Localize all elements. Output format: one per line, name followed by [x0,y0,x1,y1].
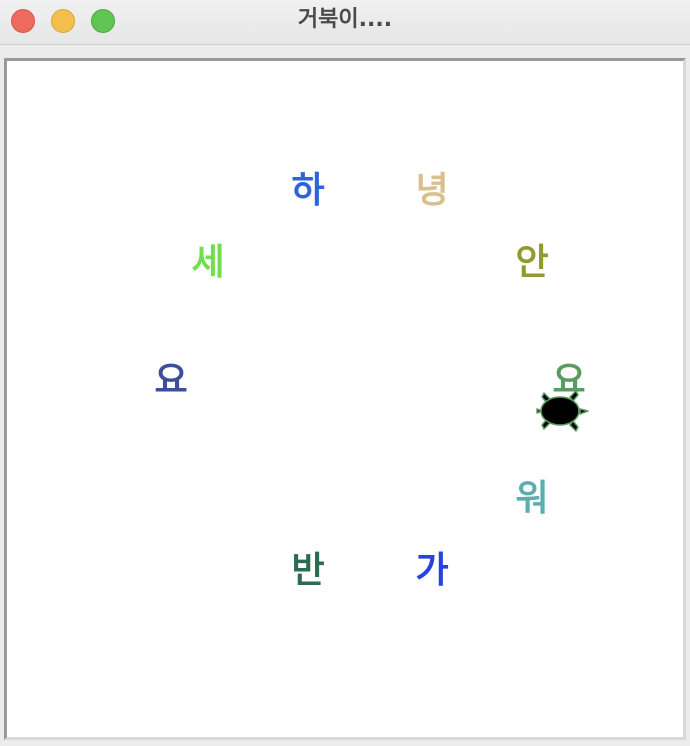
title-bar[interactable]: 거북이.... [0,0,690,45]
char-ha: 하 [291,170,325,211]
window-title: 거북이.... [297,7,393,32]
turtle-canvas-frame: 하 녕 세 안 요 요 워 반 가 [4,58,686,740]
char-wo: 워 [515,478,549,519]
char-ban: 반 [291,550,325,591]
turtle-icon [536,390,589,432]
turtle-canvas[interactable]: 하 녕 세 안 요 요 워 반 가 [7,61,683,737]
char-yo-left: 요 [154,360,188,401]
char-an: 안 [515,242,549,283]
app-window: 거북이.... 하 녕 세 안 요 요 워 반 가 [0,0,690,746]
char-se: 세 [191,242,225,283]
char-ga: 가 [415,550,449,591]
char-nyeong: 녕 [415,170,449,211]
